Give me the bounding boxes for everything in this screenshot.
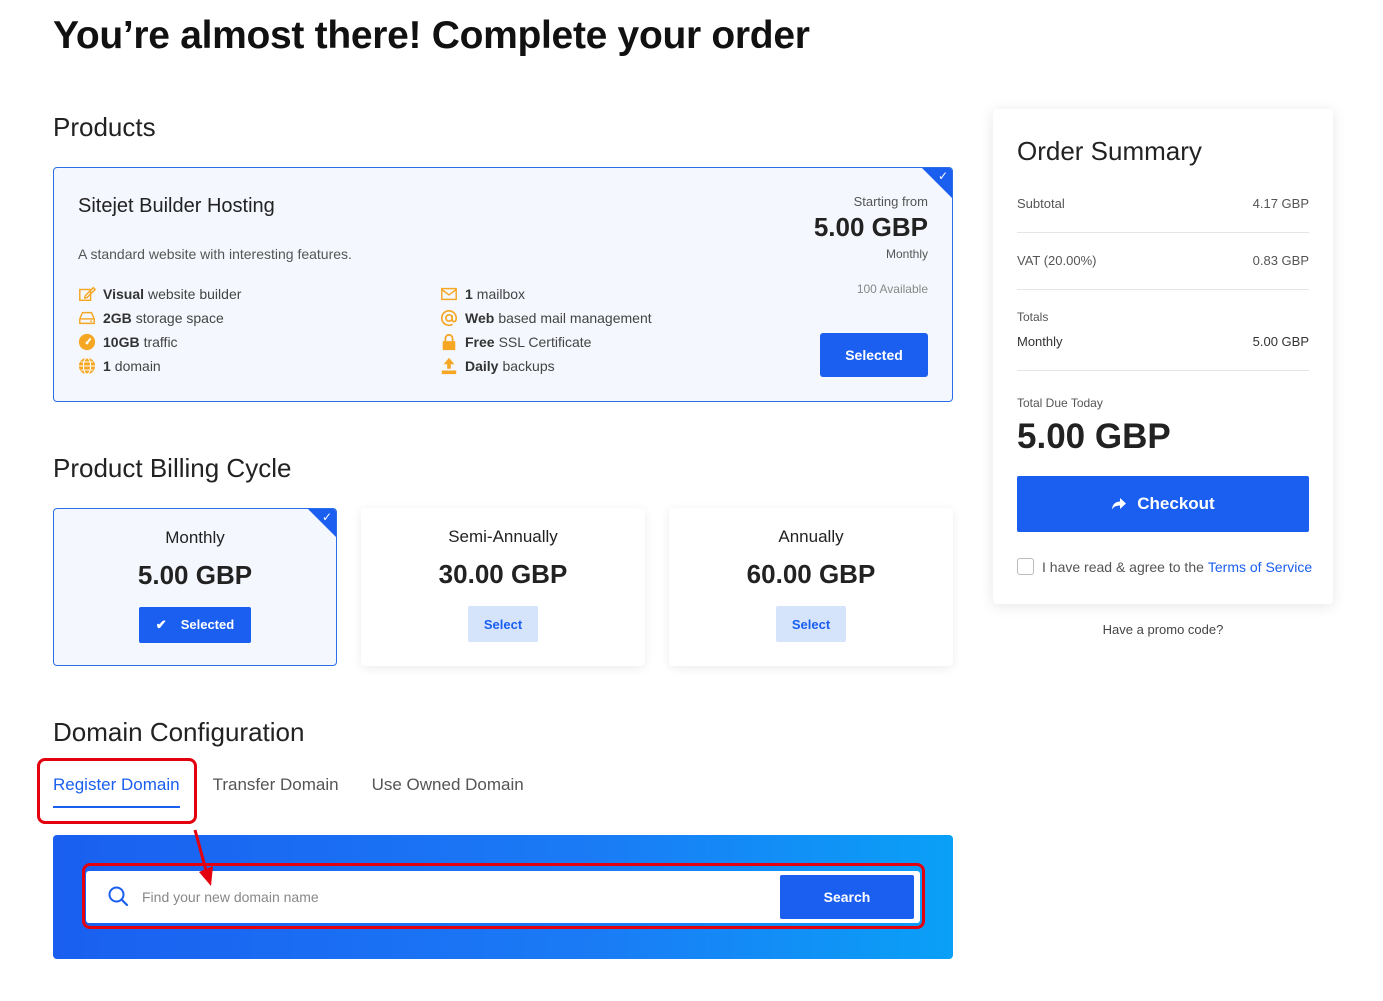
tos-checkbox[interactable]: [1017, 558, 1034, 575]
monthly-label: Monthly: [1017, 334, 1063, 349]
page-title: You’re almost there! Complete your order: [53, 14, 810, 57]
share-arrow-icon: [1112, 498, 1127, 510]
speedometer-icon: [78, 333, 96, 351]
divider: [1017, 370, 1309, 371]
product-name: Sitejet Builder Hosting: [78, 195, 275, 217]
cycle-name: Annually: [778, 527, 844, 546]
price-prefix: Starting from: [853, 194, 928, 209]
product-selected-button[interactable]: Selected: [820, 333, 928, 377]
lock-icon: [442, 333, 456, 351]
billing-heading: Product Billing Cycle: [53, 453, 292, 483]
check-icon: ✓: [937, 169, 948, 183]
billing-option-semi-annually[interactable]: Semi-Annually 30.00 GBP Select: [361, 508, 645, 666]
upload-icon: [441, 357, 457, 375]
feature-item: 2GB storage space: [78, 306, 241, 330]
feature-item: 10GB traffic: [78, 330, 241, 354]
feature-item: Free SSL Certificate: [440, 330, 652, 354]
product-price: 5.00 GBP: [813, 212, 928, 242]
tab-use-owned-domain[interactable]: Use Owned Domain: [372, 775, 524, 808]
products-heading: Products: [53, 112, 156, 142]
checkout-button[interactable]: Checkout: [1017, 476, 1309, 532]
product-card[interactable]: ✓ Sitejet Builder Hosting A standard web…: [53, 167, 953, 402]
subtotal-row: Subtotal 4.17 GBP: [1017, 196, 1309, 211]
totals-label: Totals: [1017, 310, 1049, 324]
tos-link[interactable]: Terms of Service: [1208, 559, 1312, 575]
tos-text: I have read & agree to the: [1042, 558, 1204, 575]
vat-label: VAT (20.00%): [1017, 253, 1097, 268]
promo-code-link[interactable]: Have a promo code?: [993, 622, 1333, 637]
feature-item: 1 mailbox: [440, 282, 652, 306]
feature-item: Daily backups: [440, 354, 652, 378]
price-cycle: Monthly: [885, 247, 928, 261]
cycle-price: 60.00 GBP: [746, 559, 876, 589]
cycle-select-button[interactable]: Select: [776, 606, 846, 642]
check-icon: ✔: [155, 617, 167, 632]
monthly-value: 5.00 GBP: [1252, 334, 1309, 349]
tab-transfer-domain[interactable]: Transfer Domain: [213, 775, 339, 808]
price-block: Starting from 5.00 GBP Monthly: [814, 194, 928, 261]
order-summary: Order Summary Subtotal 4.17 GBP VAT (20.…: [993, 109, 1333, 604]
annotation-highlight-tab: [37, 758, 197, 824]
feature-list-left: Visual website builder 2GB storage space 1…: [78, 282, 241, 378]
subtotal-value: 4.17 GBP: [1252, 196, 1309, 211]
cycle-name: Semi-Annually: [448, 527, 558, 546]
feature-item: Web based mail management: [440, 306, 652, 330]
total-due-label: Total Due Today: [1017, 396, 1103, 410]
edit-icon: [79, 286, 96, 302]
cycle-select-button[interactable]: Select: [468, 606, 538, 642]
divider: [1017, 232, 1309, 233]
envelope-icon: [441, 287, 457, 301]
domain-heading: Domain Configuration: [53, 717, 305, 747]
feature-list-right: 1 mailbox Web based mail management Free SS…: [440, 282, 652, 378]
check-icon: ✓: [321, 510, 332, 524]
total-due-value: 5.00 GBP: [1017, 417, 1171, 456]
vat-value: 0.83 GBP: [1252, 253, 1309, 268]
feature-item: 1 domain: [78, 354, 241, 378]
divider: [1017, 289, 1309, 290]
annotation-arrow-icon: [193, 829, 213, 886]
hard-drive-icon: [79, 311, 95, 325]
cycle-price: 30.00 GBP: [438, 559, 568, 589]
product-description: A standard website with interesting feat…: [78, 246, 352, 262]
globe-icon: [78, 357, 96, 375]
feature-item: Visual website builder: [78, 282, 241, 306]
billing-option-annually[interactable]: Annually 60.00 GBP Select: [669, 508, 953, 666]
at-icon: [441, 310, 458, 327]
cycle-selected-button[interactable]: ✔ Selected: [139, 607, 251, 643]
tos-agreement: I have read & agree to the Terms of Serv…: [1017, 558, 1312, 575]
billing-option-monthly[interactable]: ✓ Monthly 5.00 GBP ✔ Selected: [53, 508, 337, 666]
subtotal-label: Subtotal: [1017, 196, 1065, 211]
availability: 100 Available: [856, 282, 928, 296]
cycle-price: 5.00 GBP: [137, 560, 253, 590]
monthly-row: Monthly 5.00 GBP: [1017, 334, 1309, 349]
cycle-name: Monthly: [165, 528, 225, 547]
summary-title: Order Summary: [1017, 136, 1202, 166]
vat-row: VAT (20.00%) 0.83 GBP: [1017, 253, 1309, 268]
